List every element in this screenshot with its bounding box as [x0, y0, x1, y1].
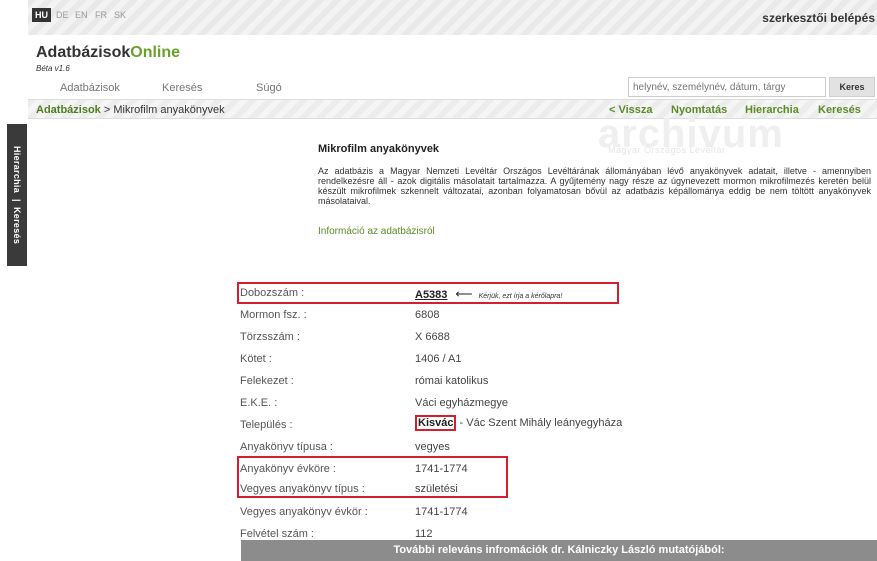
eke-label: E.K.E. : — [240, 397, 278, 409]
site-logo[interactable]: AdatbázisokOnline — [36, 44, 180, 62]
mormon-value: 6808 — [415, 309, 440, 321]
site-header: AdatbázisokOnline Béta v1.6 Adatbázisok … — [28, 35, 877, 99]
side-tab-separator: | — [12, 198, 22, 202]
archivum-watermark-sub: Magyar Országos Levéltár — [608, 145, 726, 155]
vegyes-evkor-value: 1741-1774 — [415, 506, 468, 518]
lang-sk[interactable]: SK — [111, 8, 129, 22]
side-tab-hierarchia[interactable]: Hierarchia — [12, 146, 22, 193]
telepules-value-cell: Kisvác - Vác Szent Mihály leányegyháza — [415, 415, 623, 431]
eke-value: Váci egyházmegye — [415, 397, 508, 409]
breadcrumb-current: Mikrofilm anyakönyvek — [113, 104, 225, 116]
lang-hu[interactable]: HU — [32, 8, 51, 22]
intro-text: Az adatbázis a Magyar Nemzeti Levéltár O… — [318, 166, 871, 206]
language-bar: HU DE EN FR SK szerkesztői belépés — [28, 0, 877, 35]
version-label: Béta v1.6 — [36, 64, 70, 73]
dobozszam-highlight — [237, 282, 619, 304]
record-row: Felekezet : római katolikus — [237, 371, 877, 391]
evkor-highlight — [237, 456, 508, 498]
kotet-label: Kötet : — [240, 353, 272, 365]
database-info-link[interactable]: Információ az adatbázisról — [318, 226, 435, 237]
lang-en[interactable]: EN — [72, 8, 91, 22]
felekezet-value: római katolikus — [415, 375, 489, 387]
search-button[interactable]: Keres — [829, 77, 875, 97]
nav-sugo[interactable]: Súgó — [256, 82, 282, 94]
side-tab[interactable]: Hierarchia | Keresés — [7, 124, 27, 266]
record-row: Vegyes anyakönyv évkör : 1741-1774 — [237, 502, 877, 522]
logo-main: Adatbázisok — [36, 44, 131, 61]
record-row: Anyakönyv típusa : vegyes — [237, 437, 877, 457]
kotet-value: 1406 / A1 — [415, 353, 462, 365]
felvetel-label: Felvétel szám : — [240, 528, 314, 540]
breadcrumb-root[interactable]: Adatbázisok — [36, 104, 101, 116]
felvetel-value: 112 — [415, 528, 433, 540]
side-tab-kereses[interactable]: Keresés — [12, 207, 22, 244]
mormon-label: Mormon fsz. : — [240, 309, 307, 321]
breadcrumb-separator: > — [100, 104, 114, 116]
intro-title: Mikrofilm anyakönyvek — [318, 143, 440, 155]
telepules-label: Település : — [240, 419, 293, 431]
nav-adatbazisok[interactable]: Adatbázisok — [60, 82, 120, 94]
nav-kereses[interactable]: Keresés — [162, 82, 202, 94]
further-info-bar: További releváns infromációk dr. Kálnicz… — [241, 540, 877, 561]
tipus-value: vegyes — [415, 441, 450, 453]
tipus-label: Anyakönyv típusa : — [240, 441, 333, 453]
search-link[interactable]: Keresés — [818, 104, 861, 116]
editor-login-link[interactable]: szerkesztői belépés — [762, 11, 875, 25]
main-frame: HU DE EN FR SK szerkesztői belépés Adatb… — [28, 0, 877, 561]
vegyes-evkor-label: Vegyes anyakönyv évkör : — [240, 506, 368, 518]
left-gutter — [0, 0, 28, 561]
breadcrumb: Adatbázisok > Mikrofilm anyakönyvek — [36, 104, 225, 116]
search-input[interactable] — [628, 77, 826, 97]
record-row: Mormon fsz. : 6808 — [237, 305, 877, 325]
lang-fr[interactable]: FR — [92, 8, 110, 22]
record-row: Kötet : 1406 / A1 — [237, 349, 877, 369]
lang-de[interactable]: DE — [53, 8, 72, 22]
telepules-name: Kisvác — [415, 415, 457, 431]
telepules-detail: - Vác Szent Mihály leányegyháza — [456, 417, 623, 429]
torzsszam-value: X 6688 — [415, 331, 450, 343]
record-row: E.K.E. : Váci egyházmegye — [237, 393, 877, 413]
record-row: Település : Kisvác - Vác Szent Mihály le… — [237, 415, 877, 435]
logo-accent: Online — [130, 44, 181, 61]
page: Hierarchia | Keresés HU DE EN FR SK szer… — [0, 0, 877, 561]
felekezet-label: Felekezet : — [240, 375, 294, 387]
torzsszam-label: Törzsszám : — [240, 331, 300, 343]
record-row: Törzsszám : X 6688 — [237, 327, 877, 347]
